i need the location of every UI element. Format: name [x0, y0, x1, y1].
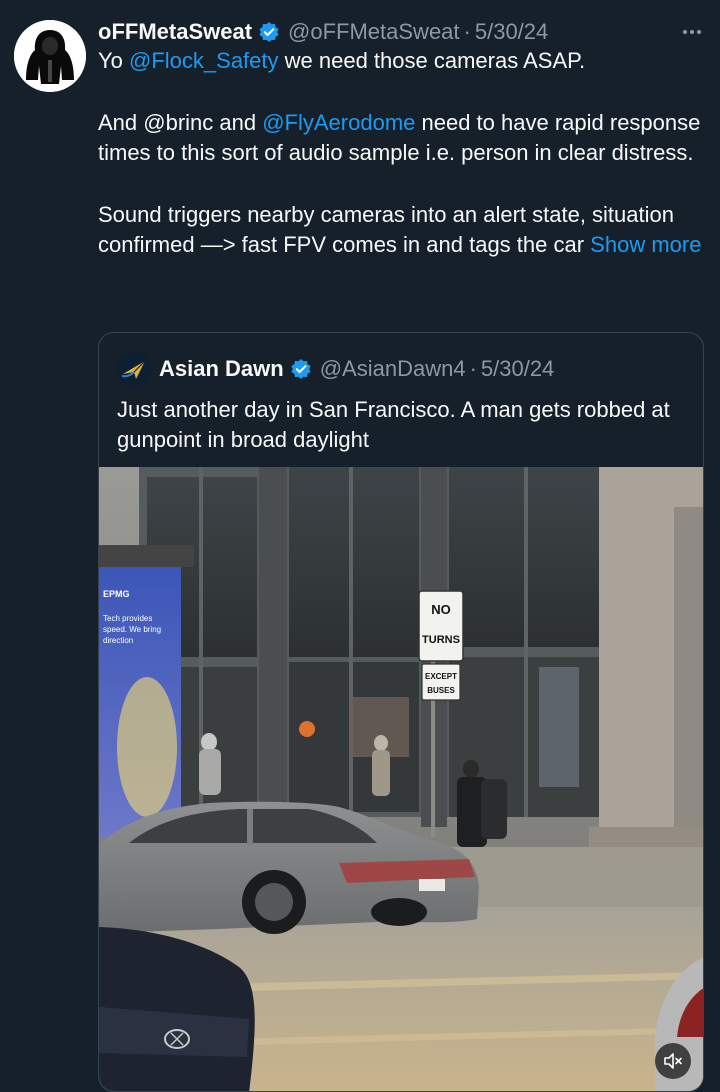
- kiosk-text: speed. We bring: [103, 625, 161, 634]
- text-segment: we need those cameras ASAP.: [278, 48, 586, 73]
- quoted-date[interactable]: 5/30/24: [481, 356, 554, 382]
- tweet-date[interactable]: 5/30/24: [475, 19, 548, 45]
- text-segment: And @brinc and: [98, 109, 263, 135]
- quoted-handle[interactable]: @AsianDawn4: [320, 356, 466, 382]
- quoted-tweet-header: Asian Dawn @AsianDawn4 · 5/30/24: [117, 352, 554, 386]
- video-frame: EPMG Tech provides speed. We bring direc…: [99, 467, 703, 1091]
- sign-text: BUSES: [427, 686, 455, 695]
- quoted-avatar[interactable]: [117, 352, 151, 386]
- mute-button[interactable]: [655, 1043, 691, 1079]
- mention-link[interactable]: @FlyAerodome: [262, 110, 415, 135]
- quoted-display-name[interactable]: Asian Dawn: [159, 356, 284, 382]
- tweet[interactable]: oFFMetaSweat @oFFMetaSweat · 5/30/24 Yo …: [0, 0, 720, 1092]
- kiosk-text: Tech provides: [103, 614, 152, 623]
- quoted-tweet-text: Just another day in San Francisco. A man…: [117, 397, 670, 452]
- paper-plane-logo-icon: [117, 352, 151, 386]
- handle[interactable]: @oFFMetaSweat: [288, 19, 460, 45]
- hooded-figure-icon: [14, 20, 86, 92]
- separator-dot: ·: [469, 356, 477, 381]
- verified-badge-icon: [291, 359, 311, 379]
- avatar[interactable]: [14, 20, 86, 92]
- tweet-paragraph: Sound triggers nearby cameras into an al…: [98, 200, 708, 261]
- mention-link[interactable]: @Flock_Safety: [129, 48, 279, 73]
- volume-muted-icon: [664, 1053, 682, 1069]
- tweet-text: Yo @Flock_Safety we need those cameras A…: [98, 46, 708, 261]
- sign-text: TURNS: [422, 634, 460, 646]
- tweet-paragraph: Yo @Flock_Safety we need those cameras A…: [98, 46, 708, 77]
- text-segment: Yo: [98, 48, 130, 73]
- more-options-icon[interactable]: [678, 20, 706, 44]
- tweet-header: oFFMetaSweat @oFFMetaSweat · 5/30/24: [98, 16, 548, 48]
- verified-badge-icon: [259, 22, 279, 42]
- video-player[interactable]: EPMG Tech provides speed. We bring direc…: [99, 467, 703, 1091]
- kiosk-brand: EPMG: [103, 589, 130, 599]
- sign-text: NO: [431, 602, 451, 617]
- text-segment: Sound triggers nearby cameras into an al…: [98, 201, 674, 258]
- sign-text: EXCEPT: [425, 672, 457, 681]
- quoted-tweet[interactable]: Asian Dawn @AsianDawn4 · 5/30/24 Just an…: [98, 332, 704, 1092]
- tweet-paragraph: And @brinc and @FlyAerodome need to have…: [98, 108, 708, 169]
- display-name[interactable]: oFFMetaSweat: [98, 19, 252, 45]
- kiosk-text: direction: [103, 636, 133, 645]
- separator-dot: ·: [463, 19, 471, 44]
- show-more-link[interactable]: Show more: [590, 232, 701, 257]
